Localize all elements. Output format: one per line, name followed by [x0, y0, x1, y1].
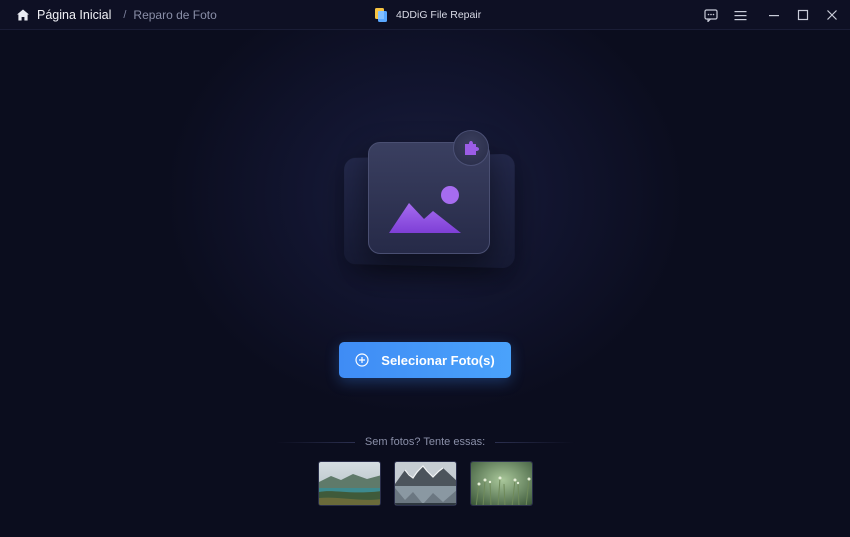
samples-divider: Sem fotos? Tente essas:	[275, 434, 576, 450]
select-photos-button[interactable]: Selecionar Foto(s)	[339, 342, 511, 378]
photo-repair-illustration	[320, 110, 530, 280]
app-name: 4DDiG File Repair	[396, 9, 482, 21]
title-bar: Página Inicial / Reparo de Foto 4DDiG Fi…	[0, 0, 850, 30]
sample-photo-lake[interactable]	[318, 461, 381, 506]
sample-photos	[318, 461, 534, 507]
breadcrumb: Página Inicial / Reparo de Foto	[16, 0, 217, 30]
plus-circle-icon	[355, 353, 369, 367]
minimize-icon[interactable]	[764, 5, 784, 25]
app-window: Página Inicial / Reparo de Foto 4DDiG Fi…	[0, 0, 850, 537]
breadcrumb-home[interactable]: Página Inicial	[37, 8, 111, 22]
window-controls	[692, 0, 842, 30]
breadcrumb-current: Reparo de Foto	[133, 8, 217, 22]
divider-line-right	[495, 441, 576, 443]
app-logo-icon	[374, 7, 388, 23]
app-title: 4DDiG File Repair	[374, 0, 481, 30]
puzzle-icon	[453, 130, 489, 166]
menu-icon[interactable]	[730, 5, 750, 25]
close-icon[interactable]	[822, 5, 842, 25]
breadcrumb-separator: /	[123, 9, 127, 21]
sample-photo-mountains[interactable]	[394, 461, 457, 506]
home-icon[interactable]	[16, 8, 30, 22]
maximize-icon[interactable]	[793, 5, 813, 25]
sample-photo-grass[interactable]	[470, 461, 533, 506]
samples-label: Sem fotos? Tente essas:	[364, 436, 486, 448]
select-photos-label: Selecionar Foto(s)	[381, 352, 495, 368]
feedback-icon[interactable]	[701, 5, 721, 25]
divider-line-left	[275, 441, 355, 443]
